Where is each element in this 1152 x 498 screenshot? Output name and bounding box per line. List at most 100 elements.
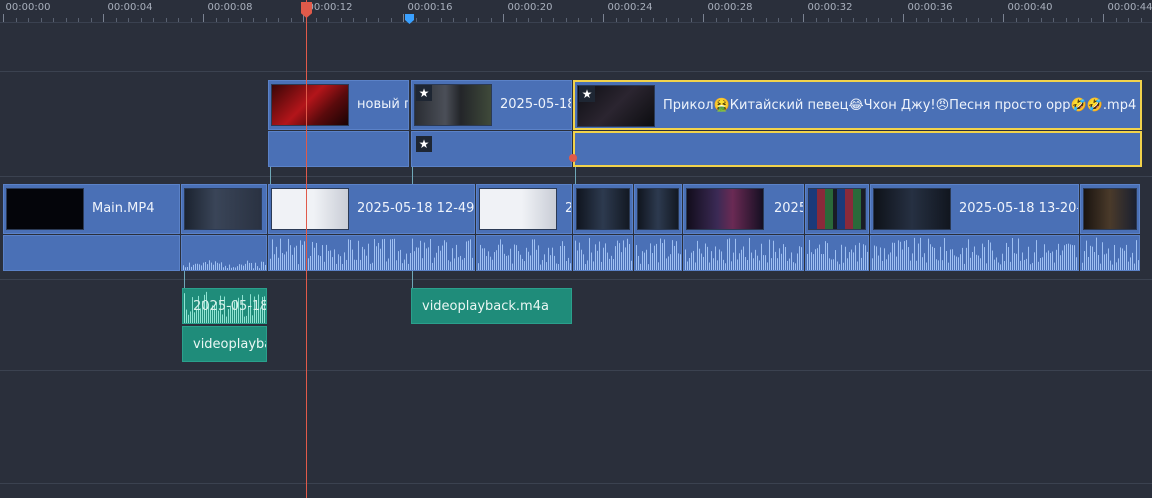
ruler-tick [978, 18, 979, 22]
main-clip-audio[interactable] [1080, 235, 1140, 271]
main-clip-audio[interactable] [683, 235, 804, 271]
ruler-tick [265, 18, 267, 22]
waveform-bar [821, 253, 822, 270]
ruler-tick [1078, 18, 1079, 22]
waveform-bar [1070, 244, 1071, 270]
ruler-tick [928, 18, 929, 22]
main-clip-audio[interactable] [3, 235, 180, 271]
main-clip-audio[interactable] [634, 235, 682, 271]
ruler-tick [140, 18, 142, 22]
waveform-bar [1118, 258, 1119, 270]
waveform-bar [656, 243, 657, 270]
main-clip[interactable] [1080, 184, 1140, 234]
waveform-bar [942, 260, 943, 270]
waveform-bar [872, 258, 873, 270]
main-clip[interactable] [181, 184, 267, 234]
waveform-bar [982, 243, 983, 270]
waveform-bar [253, 268, 254, 270]
main-clip-audio[interactable] [476, 235, 572, 271]
waveform-bar [926, 262, 927, 270]
main-clip[interactable] [634, 184, 682, 234]
main-clip[interactable]: 2025-05-18 12-49- [268, 184, 475, 234]
waveform-bar [631, 260, 632, 270]
waveform-bar [998, 262, 999, 270]
audio-clip[interactable]: 2025-05-18 [182, 288, 267, 324]
waveform-bar [229, 264, 230, 270]
waveform-bar [623, 240, 624, 270]
overlay-clip[interactable]: новый п [268, 80, 409, 130]
waveform-bar [384, 238, 385, 270]
main-clip-audio[interactable] [805, 235, 869, 271]
overlay-clip[interactable]: ★ 2025-05-18 [411, 80, 572, 130]
audio-clip[interactable]: videoplayback.m4a [411, 288, 572, 324]
track-divider [0, 71, 1152, 72]
clip-thumbnail [184, 188, 262, 230]
overlay-clip-audio-selected[interactable] [573, 131, 1142, 167]
waveform-bar [1034, 252, 1035, 270]
waveform-bar [252, 315, 253, 323]
tick-label: 00:00:00 [5, 2, 51, 13]
tick-label: 00:00:16 [407, 2, 453, 13]
audio-clip[interactable]: videoplayba [182, 326, 267, 362]
overlay-clip-audio[interactable]: ★ [411, 131, 572, 167]
overlay-clip-audio[interactable] [268, 131, 409, 167]
main-clip[interactable]: 2 [476, 184, 572, 234]
timeline-ruler[interactable]: 00:00:00 00:00:04 00:00:08 00:00:12 00:0… [0, 0, 1152, 23]
main-clip-audio[interactable] [268, 235, 475, 271]
main-clip[interactable]: 2025-05-18 13-20- [870, 184, 1079, 234]
tick-label: 00:00:20 [507, 2, 553, 13]
waveform-bar [674, 245, 675, 270]
star-icon: ★ [579, 86, 595, 102]
waveform-bar [340, 256, 341, 270]
overlay-clip-selected[interactable]: ★ Прикол🤮Китайский певец😂Чхон Джу!😠Песня… [573, 80, 1142, 130]
main-clip[interactable] [573, 184, 633, 234]
waveform-bar [799, 246, 800, 270]
waveform-bar [1072, 245, 1073, 270]
waveform-bar [402, 263, 403, 270]
waveform [1082, 237, 1139, 270]
main-clip[interactable]: 2025 [683, 184, 804, 234]
waveform-bar [1012, 238, 1013, 270]
ruler-tick [1040, 18, 1042, 22]
waveform-bar [370, 263, 371, 270]
waveform-bar [1108, 248, 1109, 270]
waveform-bar [1040, 258, 1041, 270]
ruler-tick [465, 18, 467, 22]
ruler-tick [665, 18, 667, 22]
waveform-bar [978, 255, 979, 270]
waveform-bar [290, 245, 291, 270]
main-clip-audio[interactable] [870, 235, 1079, 271]
waveform-bar [187, 267, 188, 270]
waveform-bar [591, 252, 592, 270]
ruler-tick [778, 18, 779, 22]
waveform-bar [1038, 261, 1039, 270]
waveform-bar [186, 309, 187, 323]
ruler-tick [478, 18, 479, 22]
ruler-tick [340, 18, 342, 22]
waveform-bar [540, 264, 541, 270]
waveform-bar [203, 262, 204, 270]
waveform-bar [680, 254, 681, 270]
waveform-bar [678, 253, 679, 270]
waveform-bar [506, 255, 507, 270]
waveform-bar [374, 239, 375, 270]
waveform-bar [462, 259, 463, 270]
waveform-bar [920, 237, 921, 270]
waveform-bar [755, 249, 756, 270]
waveform-bar [536, 249, 537, 270]
ruler-tick [715, 18, 717, 22]
ruler-tick [415, 18, 417, 22]
link-line [270, 167, 271, 184]
ruler-tick [1028, 18, 1029, 22]
waveform-bar [1032, 262, 1033, 270]
ruler-tick [690, 18, 692, 22]
main-clip-audio[interactable] [181, 235, 267, 271]
main-clip[interactable] [805, 184, 869, 234]
main-clip[interactable]: Main.MP4 [3, 184, 180, 234]
main-clip-audio[interactable] [573, 235, 633, 271]
waveform-bar [912, 253, 913, 270]
ruler-tick [853, 18, 854, 22]
playhead[interactable] [306, 0, 307, 498]
ruler-tick [765, 18, 767, 22]
keyframe-dot[interactable] [569, 154, 577, 162]
